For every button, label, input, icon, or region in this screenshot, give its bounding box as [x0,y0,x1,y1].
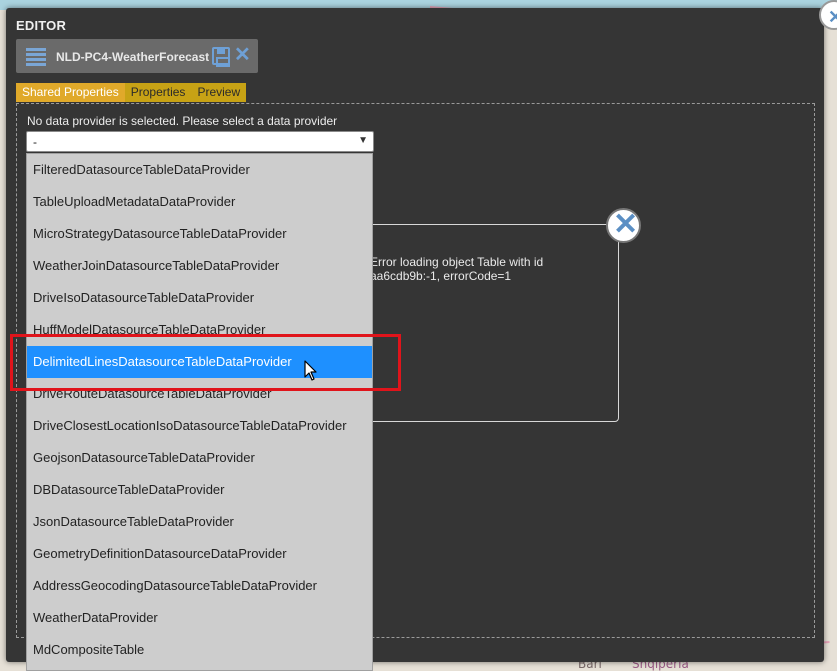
object-name: NLD-PC4-WeatherForecast [56,50,210,64]
dropdown-option[interactable]: DriveIsoDatasourceTableDataProvider [27,282,372,314]
dropdown-option[interactable]: JsonDatasourceTableDataProvider [27,506,372,538]
list-icon [26,48,46,66]
dropdown-option[interactable]: FilteredDatasourceTableDataProvider [27,154,372,186]
dropdown-option[interactable]: MdCompositeTable [27,634,372,666]
editor-tabs: Shared Properties Properties Preview [16,83,247,102]
dropdown-option[interactable]: WeatherJoinDatasourceTableDataProvider [27,250,372,282]
dropdown-option[interactable]: DBDatasourceTableDataProvider [27,474,372,506]
highlight-box [10,334,401,391]
tab-properties[interactable]: Properties [124,83,192,102]
dropdown-option[interactable]: GeojsonDatasourceTableDataProvider [27,442,372,474]
error-close-button[interactable]: ✕ [606,208,641,243]
close-icon: ✕ [613,208,639,241]
object-header: NLD-PC4-WeatherForecast ✕ [16,39,258,73]
mouse-cursor-icon [304,360,317,381]
error-dialog: Error loading object Table with id aa6cd… [355,224,619,422]
dropdown-option[interactable]: WeatherDataProvider [27,602,372,634]
close-icon[interactable]: ✕ [234,45,251,65]
error-message: Error loading object Table with id aa6cd… [370,255,543,283]
editor-close-button[interactable]: ✕ [819,0,837,30]
tab-preview[interactable]: Preview [191,83,247,102]
save-icon[interactable] [212,47,230,67]
chevron-down-icon: ▼ [358,135,368,146]
no-provider-notice: No data provider is selected. Please sel… [27,114,338,128]
tab-shared-properties[interactable]: Shared Properties [16,83,125,102]
dropdown-option[interactable]: MicroStrategyDatasourceTableDataProvider [27,218,372,250]
select-value: - [33,135,37,149]
editor-title: EDITOR [16,18,67,33]
dropdown-option[interactable]: GeometryDefinitionDatasourceDataProvider [27,538,372,570]
data-provider-select[interactable]: - ▼ [26,131,374,152]
close-icon: ✕ [828,7,837,27]
dropdown-option[interactable]: TableUploadMetadataDataProvider [27,186,372,218]
dropdown-option[interactable]: DriveClosestLocationIsoDatasourceTableDa… [27,410,372,442]
error-message-line: Error loading object Table with id [370,255,544,269]
error-message-line: aa6cdb9b:-1, errorCode=1 [370,269,512,283]
data-provider-dropdown: FilteredDatasourceTableDataProvider Table… [26,153,373,671]
dropdown-option[interactable]: AddressGeocodingDatasourceTableDataProvi… [27,570,372,602]
